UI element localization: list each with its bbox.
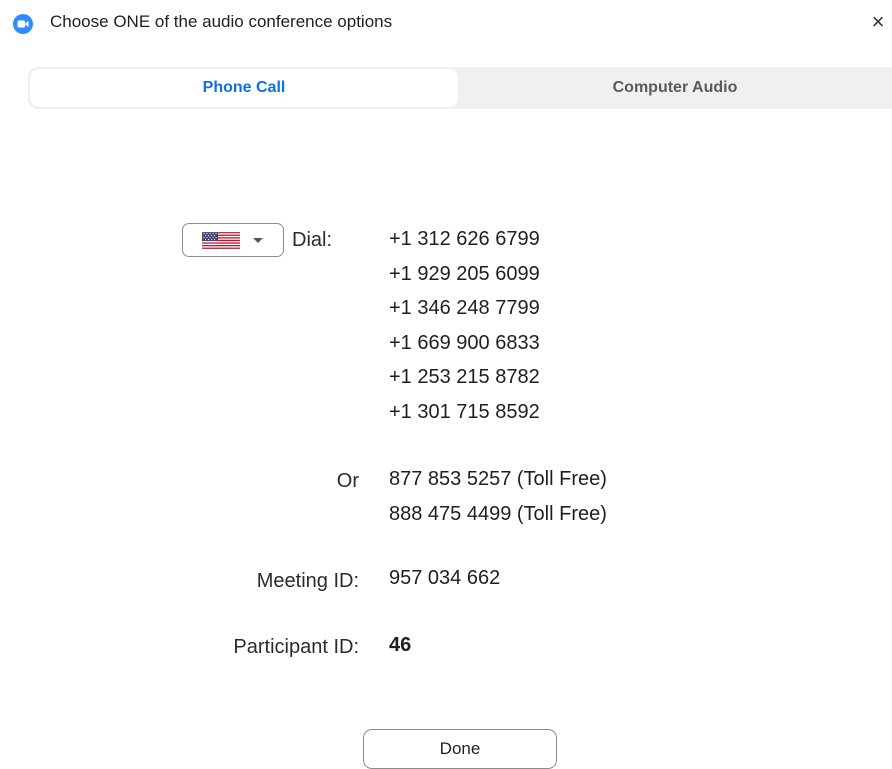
dial-number: +1 312 626 6799	[389, 228, 540, 250]
dial-number: +1 253 215 8782	[389, 366, 540, 388]
country-selector[interactable]	[182, 223, 284, 257]
meeting-id-label: Meeting ID:	[256, 570, 359, 592]
us-flag-icon	[201, 231, 241, 254]
window-title: Choose ONE of the audio conference optio…	[50, 12, 393, 31]
dial-number: +1 301 715 8592	[389, 400, 540, 423]
tab-computer-audio[interactable]: Computer Audio	[458, 67, 892, 109]
participant-id-value: 46	[389, 634, 412, 656]
toll-free-number: 888 475 4499 (Toll Free)	[389, 502, 607, 525]
audio-option-tabs: Phone Call Computer Audio	[28, 67, 892, 109]
done-button[interactable]: Done	[363, 729, 557, 769]
participant-id-label: Participant ID:	[233, 636, 359, 658]
meeting-id-value: 957 034 662	[389, 567, 501, 589]
zoom-camera-icon	[13, 14, 33, 34]
toll-free-number-list: 877 853 5257 (Toll Free) 888 475 4499 (T…	[389, 462, 607, 531]
tab-phone-call[interactable]: Phone Call	[30, 69, 458, 107]
dial-number: +1 929 205 6099	[389, 262, 540, 285]
dial-number: +1 669 900 6833	[389, 331, 540, 354]
chevron-down-icon	[253, 238, 263, 243]
title-bar: Choose ONE of the audio conference optio…	[0, 0, 892, 48]
dial-number-list: +1 312 626 6799 +1 929 205 6099 +1 346 2…	[389, 222, 540, 429]
dial-label: Dial:	[292, 229, 333, 251]
toll-free-number: 877 853 5257 (Toll Free)	[389, 468, 607, 490]
close-icon[interactable]: ×	[868, 10, 888, 34]
dial-number: +1 346 248 7799	[389, 297, 540, 319]
or-label: Or	[336, 470, 359, 492]
